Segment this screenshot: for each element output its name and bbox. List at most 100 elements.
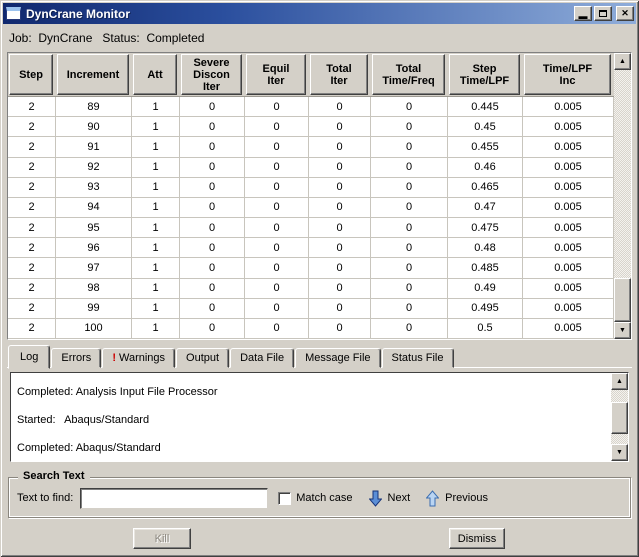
table-row[interactable]: 298100000.490.005 (8, 279, 614, 299)
tab-label: Log (20, 351, 38, 363)
column-header: Time/LPF Inc (524, 54, 611, 95)
log-scrollbar[interactable]: ▲ ▼ (611, 373, 628, 461)
maximize-icon (599, 10, 607, 17)
table-cell: 0.005 (523, 279, 614, 299)
table-cell: 1 (132, 178, 180, 198)
table-cell: 0 (245, 97, 309, 117)
tab-warnings[interactable]: !Warnings (102, 348, 175, 368)
next-label: Next (388, 492, 411, 504)
tab-log[interactable]: Log (8, 345, 50, 369)
tab-panel: Completed: Analysis Input File Processor… (7, 367, 632, 465)
log-line: Started: Abaqus/Standard (17, 414, 603, 426)
table-cell: 99 (56, 299, 132, 319)
tab-status-file[interactable]: Status File (382, 348, 454, 368)
down-arrow-icon (369, 490, 382, 507)
table-cell: 0 (371, 319, 448, 339)
table-row[interactable]: 293100000.4650.005 (8, 178, 614, 198)
scroll-up-button[interactable]: ▲ (614, 53, 631, 70)
table-cell: 2 (8, 238, 56, 258)
table-cell: 2 (8, 279, 56, 299)
table-cell: 0 (245, 198, 309, 218)
table-cell: 0 (245, 299, 309, 319)
minimize-button[interactable]: ▬ (574, 6, 592, 21)
increment-table: StepIncrementAttSevere Discon IterEquil … (7, 52, 632, 340)
log-scroll-down-button[interactable]: ▼ (611, 444, 628, 461)
dismiss-button[interactable]: Dismiss (449, 528, 505, 549)
tab-label: Output (186, 352, 219, 364)
table-cell: 0 (309, 158, 371, 178)
scroll-down-icon: ▼ (616, 449, 623, 456)
table-cell: 92 (56, 158, 132, 178)
log-scrollbar-thumb[interactable] (611, 402, 628, 434)
column-header: Total Iter (310, 54, 368, 95)
table-scrollbar-thumb[interactable] (614, 278, 631, 322)
tab-data-file[interactable]: Data File (230, 348, 294, 368)
table-cell: 2 (8, 117, 56, 137)
minimize-icon: ▬ (579, 12, 588, 21)
table-cell: 0.005 (523, 198, 614, 218)
table-cell: 0.005 (523, 258, 614, 278)
table-row[interactable]: 299100000.4950.005 (8, 299, 614, 319)
find-input[interactable] (80, 488, 268, 509)
job-label: Job: (9, 31, 32, 45)
table-row[interactable]: 294100000.470.005 (8, 198, 614, 218)
table-cell: 0 (371, 279, 448, 299)
close-button[interactable]: ✕ (616, 6, 634, 21)
table-cell: 0.47 (448, 198, 523, 218)
table-cell: 0 (371, 198, 448, 218)
table-cell: 0 (180, 158, 245, 178)
tab-strip: Log Errors!Warnings Output Data File Message… (8, 344, 455, 368)
match-case-checkbox[interactable] (278, 492, 291, 505)
log-scroll-up-button[interactable]: ▲ (611, 373, 628, 390)
table-cell: 0 (245, 258, 309, 278)
find-previous-button[interactable]: Previous (426, 490, 488, 507)
table-cell: 0 (309, 238, 371, 258)
table-cell: 0 (309, 258, 371, 278)
scroll-up-icon: ▲ (616, 378, 623, 385)
status-label: Status: (102, 31, 139, 45)
table-cell: 0.005 (523, 319, 614, 339)
table-cell: 0.465 (448, 178, 523, 198)
tab-message-file[interactable]: Message File (295, 348, 380, 368)
tab-errors[interactable]: Errors (51, 348, 101, 368)
table-cell: 0 (245, 238, 309, 258)
table-row[interactable]: 290100000.450.005 (8, 117, 614, 137)
table-row[interactable]: 292100000.460.005 (8, 158, 614, 178)
table-cell: 2 (8, 218, 56, 238)
table-cell: 0 (245, 137, 309, 157)
title-bar[interactable]: DynCrane Monitor ▬ ✕ (3, 3, 636, 24)
job-value: DynCrane (38, 31, 92, 45)
table-cell: 2 (8, 198, 56, 218)
table-cell: 0 (371, 218, 448, 238)
table-cell: 0 (309, 279, 371, 299)
table-cell: 0.49 (448, 279, 523, 299)
dyncrane-monitor-window: DynCrane Monitor ▬ ✕ Job: DynCrane Statu… (0, 0, 639, 557)
table-cell: 1 (132, 137, 180, 157)
table-cell: 0.46 (448, 158, 523, 178)
table-cell: 0 (371, 158, 448, 178)
search-text-group: Search Text Text to find: Match case Nex… (8, 477, 631, 518)
table-cell: 97 (56, 258, 132, 278)
tab-label: Warnings (119, 352, 165, 364)
table-row[interactable]: 291100000.4550.005 (8, 137, 614, 157)
table-row[interactable]: 296100000.480.005 (8, 238, 614, 258)
scroll-up-icon: ▲ (619, 58, 626, 65)
warning-exclamation-icon: ! (112, 352, 116, 364)
table-cell: 0 (371, 137, 448, 157)
search-row: Text to find: Match case Next Previous (17, 487, 624, 509)
kill-button[interactable]: Kill (133, 528, 191, 549)
find-next-button[interactable]: Next (369, 490, 411, 507)
table-row[interactable]: 2100100000.50.005 (8, 319, 614, 339)
table-row[interactable]: 289100000.4450.005 (8, 97, 614, 117)
table-row[interactable]: 297100000.4850.005 (8, 258, 614, 278)
tab-output[interactable]: Output (176, 348, 229, 368)
table-cell: 2 (8, 258, 56, 278)
table-cell: 0 (180, 137, 245, 157)
maximize-button[interactable] (594, 6, 612, 21)
table-cell: 0 (309, 198, 371, 218)
table-scrollbar[interactable]: ▲ ▼ (614, 53, 631, 339)
scroll-down-button[interactable]: ▼ (614, 322, 631, 339)
tab-label: Data File (240, 352, 284, 364)
table-cell: 0.45 (448, 117, 523, 137)
table-row[interactable]: 295100000.4750.005 (8, 218, 614, 238)
